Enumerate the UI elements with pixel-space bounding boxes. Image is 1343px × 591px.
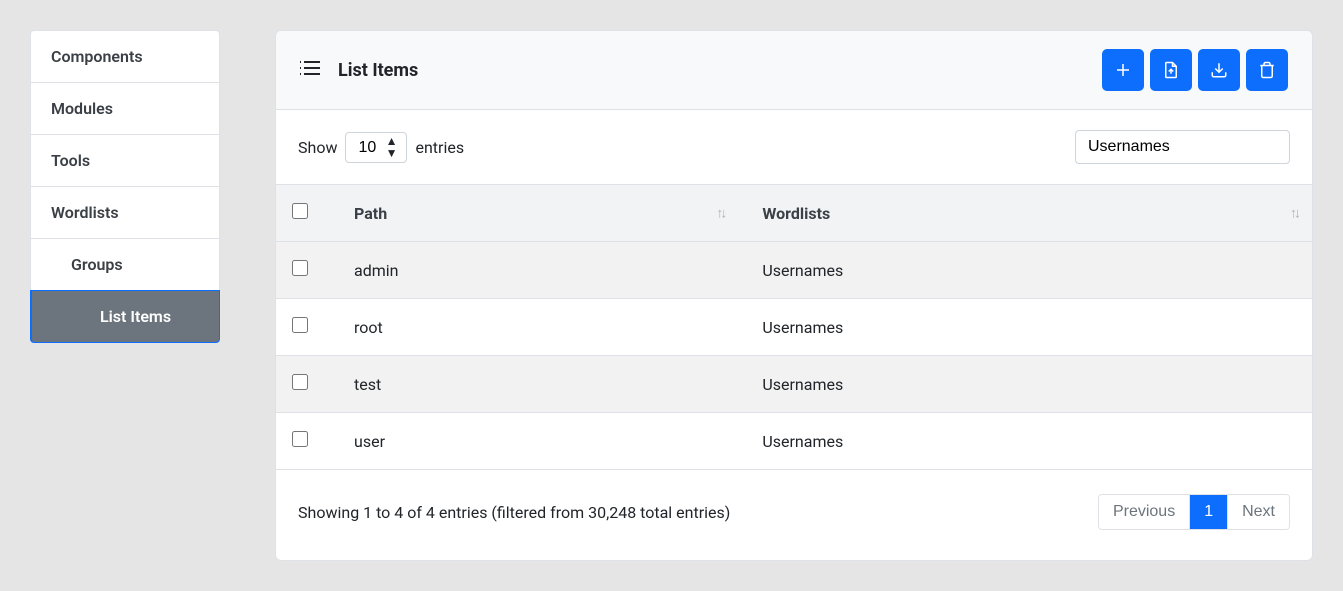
sort-icon: ↑↓	[716, 205, 724, 222]
cell-path: user	[324, 413, 738, 470]
sidebar-item-components[interactable]: Components	[30, 30, 220, 83]
page-title: List Items	[338, 60, 418, 81]
sidebar-item-modules[interactable]: Modules	[30, 82, 220, 135]
cell-wordlists: Usernames	[738, 356, 1312, 413]
plus-icon	[1114, 61, 1132, 79]
cell-wordlists: Usernames	[738, 413, 1312, 470]
table-info-text: Showing 1 to 4 of 4 entries (filtered fr…	[298, 503, 730, 522]
sidebar-item-wordlists[interactable]: Wordlists	[30, 186, 220, 239]
table-controls: Show 10 ▲▼ entries	[276, 110, 1312, 184]
previous-button[interactable]: Previous	[1099, 495, 1190, 529]
trash-icon	[1258, 61, 1276, 79]
page-size-select[interactable]: 10	[345, 132, 407, 163]
table-row: user Usernames	[276, 413, 1312, 470]
sidebar-item-list-items[interactable]: List Items	[30, 290, 220, 343]
download-icon	[1210, 61, 1228, 79]
select-all-checkbox[interactable]	[292, 203, 308, 219]
file-export-icon	[1162, 61, 1180, 79]
entries-label: entries	[415, 138, 464, 157]
column-header-path[interactable]: Path ↑↓	[324, 185, 738, 242]
row-checkbox[interactable]	[292, 431, 308, 447]
sidebar-item-groups[interactable]: Groups	[30, 238, 220, 291]
toolbar	[1102, 49, 1288, 91]
search-input[interactable]	[1075, 130, 1290, 164]
row-checkbox[interactable]	[292, 374, 308, 390]
sidebar: Components Modules Tools Wordlists Group…	[30, 30, 220, 561]
table-row: admin Usernames	[276, 242, 1312, 299]
export-button[interactable]	[1150, 49, 1192, 91]
list-icon	[300, 60, 320, 80]
table-row: test Usernames	[276, 356, 1312, 413]
cell-wordlists: Usernames	[738, 299, 1312, 356]
cell-path: root	[324, 299, 738, 356]
row-checkbox[interactable]	[292, 260, 308, 276]
cell-wordlists: Usernames	[738, 242, 1312, 299]
show-label: Show	[298, 138, 337, 157]
card-footer: Showing 1 to 4 of 4 entries (filtered fr…	[276, 470, 1312, 560]
column-header-checkbox	[276, 185, 324, 242]
column-header-wordlists[interactable]: Wordlists ↑↓	[738, 185, 1312, 242]
data-table: Path ↑↓ Wordlists ↑↓ admin Usernames	[276, 184, 1312, 470]
next-button[interactable]: Next	[1228, 495, 1289, 529]
page-1-button[interactable]: 1	[1190, 495, 1228, 529]
pagination: Previous 1 Next	[1098, 494, 1290, 530]
download-button[interactable]	[1198, 49, 1240, 91]
main-card: List Items	[275, 30, 1313, 561]
table-row: root Usernames	[276, 299, 1312, 356]
row-checkbox[interactable]	[292, 317, 308, 333]
entries-length-control: Show 10 ▲▼ entries	[298, 132, 464, 163]
sort-icon: ↑↓	[1290, 205, 1298, 222]
cell-path: test	[324, 356, 738, 413]
delete-button[interactable]	[1246, 49, 1288, 91]
add-button[interactable]	[1102, 49, 1144, 91]
cell-path: admin	[324, 242, 738, 299]
card-header: List Items	[276, 31, 1312, 110]
sidebar-item-tools[interactable]: Tools	[30, 134, 220, 187]
